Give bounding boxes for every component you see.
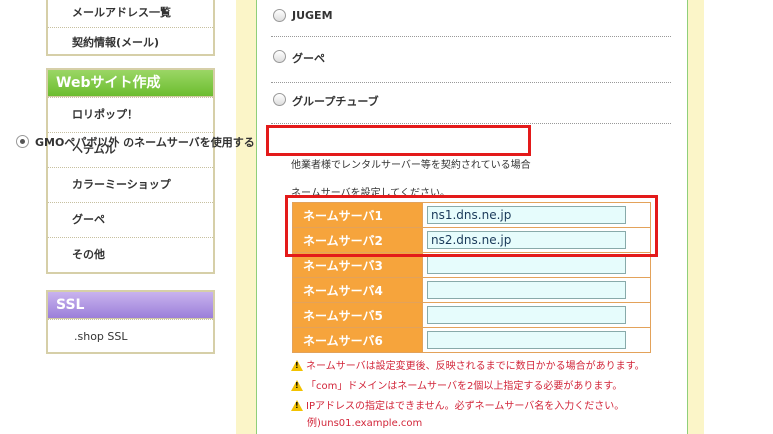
web-sidebar-box: Webサイト作成 ロリポップ！ ヘテムル カラーミーショップ グーペ その他 [46, 68, 215, 274]
nameserver-label: ネームサーバ5 [292, 302, 423, 328]
option-jugem-label: JUGEM [292, 9, 333, 22]
nameserver-label: ネームサーバ6 [292, 327, 423, 353]
ssl-box-title: SSL [48, 292, 213, 319]
sidebar-item-shop-ssl[interactable]: .shop SSL [48, 319, 213, 354]
mail-sidebar-box: メールアドレス一覧 契約情報(メール) [46, 0, 215, 56]
ssl-sidebar-box: SSL .shop SSL [46, 290, 215, 354]
sidebar-item-colorme[interactable]: カラーミーショップ [48, 167, 213, 202]
radio-other-nameserver[interactable] [16, 135, 29, 148]
nameserver-row: ネームサーバ4 [292, 277, 651, 303]
web-box-title: Webサイト作成 [48, 70, 213, 97]
option-group-tube[interactable]: グループチューブ [271, 91, 671, 124]
nameserver-row: ネームサーバ5 [292, 302, 651, 328]
option-jugem[interactable]: JUGEM [271, 7, 671, 37]
option-goope[interactable]: グーペ [271, 48, 671, 83]
sidebar-item-mail-list[interactable]: メールアドレス一覧 [48, 0, 213, 27]
nameserver-4-input[interactable] [427, 281, 626, 299]
nameserver-row: ネームサーバ6 [292, 327, 651, 353]
note-reflection: ネームサーバは設定変更後、反映されるまでに数日かかる場合があります。 [291, 357, 645, 372]
warning-icon [291, 400, 303, 411]
sidebar-item-lolipop[interactable]: ロリポップ！ [48, 97, 213, 132]
nameserver-5-input[interactable] [427, 306, 626, 324]
option-other-nameserver-label: GMOペパボ以外 のネームサーバを使用する [35, 136, 255, 149]
nameserver-6-input[interactable] [427, 331, 626, 349]
sidebar-item-other[interactable]: その他 [48, 237, 213, 272]
nameserver-label: ネームサーバ4 [292, 277, 423, 303]
note-text: ネームサーバは設定変更後、反映されるまでに数日かかる場合があります。 [306, 361, 645, 372]
warning-icon [291, 380, 303, 391]
nameserver-3-input[interactable] [427, 256, 626, 274]
option-highlight-box [266, 125, 531, 156]
other-nameserver-description: 他業者様でレンタルサーバー等を契約されている場合 [291, 160, 531, 171]
note-example: 例)uns01.example.com [307, 418, 423, 429]
note-text: IPアドレスの指定はできません。必ずネームサーバ名を入力ください。 [306, 401, 625, 412]
option-group-tube-label: グループチューブ [292, 95, 379, 108]
radio-group-tube[interactable] [273, 93, 286, 106]
sidebar-item-mail-contract[interactable]: 契約情報(メール) [48, 27, 213, 57]
note-ip-address: IPアドレスの指定はできません。必ずネームサーバ名を入力ください。 [291, 397, 624, 412]
note-text: 「com」ドメインはネームサーバを2個以上指定する必要があります。 [306, 381, 623, 392]
nameserver-highlight-box [285, 195, 658, 257]
note-com-domain: 「com」ドメインはネームサーバを2個以上指定する必要があります。 [291, 377, 622, 392]
radio-jugem[interactable] [273, 9, 286, 22]
radio-goope[interactable] [273, 50, 286, 63]
sidebar-item-goope[interactable]: グーペ [48, 202, 213, 237]
option-goope-label: グーペ [292, 52, 325, 65]
warning-icon [291, 360, 303, 371]
